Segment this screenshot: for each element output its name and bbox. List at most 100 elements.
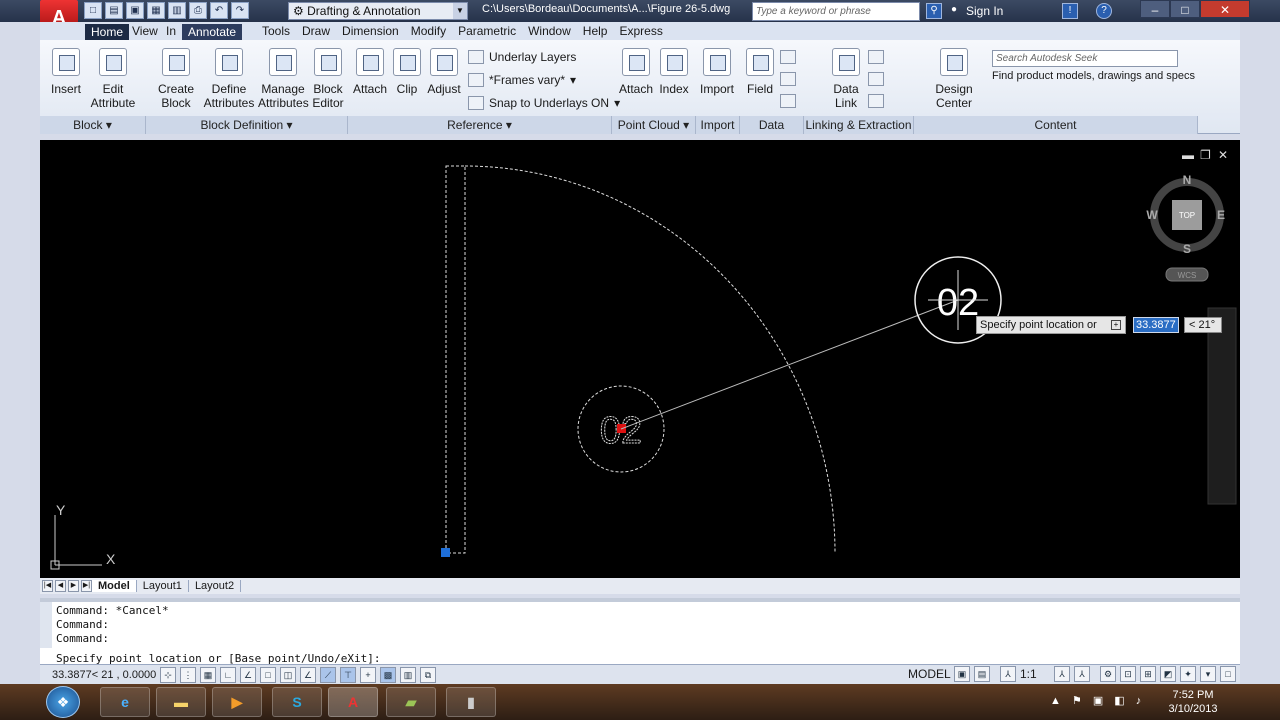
maximize-button[interactable]: □ [1170,0,1200,18]
menu-view[interactable]: View [126,24,164,38]
create-block-button[interactable]: Create Block [154,48,198,110]
object-snap-tracking-icon[interactable]: ∠ [300,666,316,683]
selection-cycling-icon[interactable]: ⧉ [420,666,436,683]
camtasia-icon[interactable]: ▰ [386,687,436,717]
new-icon[interactable]: □ [84,2,102,19]
first-tab-icon[interactable]: |◀ [42,580,53,592]
hardware-acceleration-icon[interactable]: ⊞ [1140,666,1156,682]
system-clock[interactable]: 7:52 PM 3/10/2013 [1160,688,1226,716]
user-icon[interactable]: ● [946,3,962,19]
manage-attributes-button[interactable]: Manage Attributes [258,48,309,110]
polar-tracking-icon[interactable]: ∠ [240,666,256,683]
viewport-restore-icon[interactable]: ❐ [1200,148,1211,162]
skype-icon[interactable]: S [272,687,322,717]
door-frame[interactable] [445,165,466,554]
ortho-mode-icon[interactable]: ∟ [220,666,236,683]
pointcloud-attach-button[interactable]: Attach [618,48,654,96]
search-input[interactable]: Type a keyword or phrase [752,2,920,21]
command-window-grip[interactable] [40,602,52,648]
import-button[interactable]: Import [698,48,736,96]
expand-options-icon[interactable]: + [1111,320,1121,330]
saveas-icon[interactable]: ▦ [147,2,165,19]
index-button[interactable]: Index [656,48,692,96]
next-tab-icon[interactable]: ▶ [68,580,79,592]
tab-layout1[interactable]: Layout1 [137,580,189,592]
lock-ui-icon[interactable]: ⊡ [1120,666,1136,682]
menu-help[interactable]: Help [577,24,614,38]
media-player-icon[interactable]: ▶ [212,687,262,717]
autocad-taskbar-icon[interactable]: A [328,687,378,717]
binoculars-icon[interactable]: ⚲ [926,3,942,19]
drawing-area[interactable]: 02 02 Y X TOP N S E W WCS ▬ ❐ ✕ Specify … [40,140,1240,578]
annotation-scale-value[interactable]: 1:1 [1020,667,1037,681]
undo-icon[interactable]: ↶ [210,2,228,19]
viewport-minimize-icon[interactable]: ▬ [1182,148,1194,162]
minimize-button[interactable]: – [1140,0,1170,18]
status-menu-icon[interactable]: ▾ [1200,666,1216,682]
edit-attribute-button[interactable]: Edit Attribute [88,48,138,110]
update-fields-button[interactable] [780,50,796,64]
open-icon[interactable]: ▤ [105,2,123,19]
menu-tools[interactable]: Tools [256,24,296,38]
prev-tab-icon[interactable]: ◀ [55,580,66,592]
quick-view-drawings-icon[interactable]: ▤ [974,666,990,682]
menu-dimension[interactable]: Dimension [336,24,405,38]
dynamic-ucs-icon[interactable]: ⟋ [320,666,336,683]
menu-express[interactable]: Express [613,24,668,38]
field-button[interactable]: Field [744,48,776,96]
save-icon[interactable]: ▣ [126,2,144,19]
quick-view-layouts-icon[interactable]: ▣ [954,666,970,682]
download-data-button[interactable] [868,94,884,108]
extract-data-button[interactable] [868,50,884,64]
underlay-layers-button[interactable]: Underlay Layers [468,50,576,64]
ole-button[interactable] [780,94,796,108]
panel-title-reference[interactable]: Reference ▾ [348,116,612,134]
snap-mode-icon[interactable]: ⋮ [180,666,196,683]
start-button[interactable]: ❖ [46,686,80,718]
redo-icon[interactable]: ↷ [231,2,249,19]
adjust-button[interactable]: Adjust [426,48,462,96]
coordinate-readout[interactable]: 33.3877< 21 , 0.0000 [40,669,160,681]
insert-button[interactable]: Insert [46,48,86,96]
model-space-toggle[interactable]: MODEL [908,667,951,681]
panel-title-point-cloud[interactable]: Point Cloud ▾ [612,116,696,134]
tab-home[interactable]: Home [85,24,130,40]
system-tray[interactable]: ▲ ⚑ ▣ ◧ ♪ [1050,694,1145,707]
tab-insert[interactable]: In [166,24,176,38]
define-attributes-button[interactable]: Define Attributes [202,48,256,110]
menu-draw[interactable]: Draw [296,24,336,38]
auto-scale-icon[interactable]: ⅄ [1074,666,1090,682]
close-button[interactable]: ✕ [1200,0,1250,18]
workspace-switching-icon[interactable]: ⚙ [1100,666,1116,682]
file-explorer-icon[interactable]: ▬ [156,687,206,717]
command-window[interactable]: Command: *Cancel* Command: Command: Spec… [40,598,1240,665]
workspace-select[interactable]: ⚙ Drafting & Annotation ▼ [288,2,468,20]
viewport-close-icon[interactable]: ✕ [1218,148,1228,162]
dynamic-angle-input[interactable]: < 21° [1184,317,1222,333]
infer-constraints-icon[interactable]: ⊹ [160,666,176,683]
tab-layout2[interactable]: Layout2 [189,580,242,592]
quick-properties-icon[interactable]: ▥ [400,666,416,683]
snap-underlays-dropdown[interactable]: Snap to Underlays ON ▾ [468,96,620,110]
isolate-objects-icon[interactable]: ◩ [1160,666,1176,682]
grip-handle[interactable] [441,548,450,557]
attach-button[interactable]: Attach [352,48,388,96]
annotation-visibility-icon[interactable]: ⅄ [1054,666,1070,682]
data-link-button[interactable]: Data Link [828,48,864,110]
lightbulb-icon[interactable]: ✦ [1180,666,1196,682]
exchange-icon[interactable]: ! [1062,3,1078,19]
hyperlink-button[interactable] [780,72,796,86]
door-swing-arc[interactable] [464,165,836,554]
internet-explorer-icon[interactable]: e [100,687,150,717]
dynamic-input-icon[interactable]: ⊤ [340,666,356,683]
menu-window[interactable]: Window [522,24,577,38]
menu-parametric[interactable]: Parametric [452,24,522,38]
design-center-button[interactable]: Design Center [916,48,992,110]
panel-title-block[interactable]: Block ▾ [40,116,146,134]
seek-search-input[interactable]: Search Autodesk Seek [992,50,1178,67]
frames-vary-dropdown[interactable]: *Frames vary* ▾ [468,73,576,87]
recorder-icon[interactable]: ▮ [446,687,496,717]
menu-modify[interactable]: Modify [405,24,452,38]
annotation-scale-icon[interactable]: ⅄ [1000,666,1016,682]
help-icon[interactable]: ? [1096,3,1112,19]
